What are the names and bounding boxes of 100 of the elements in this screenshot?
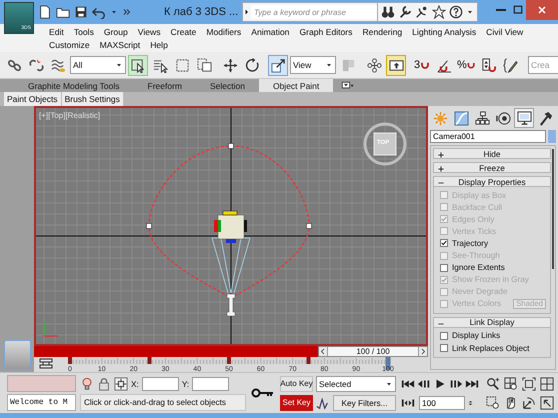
menu-item[interactable]: Civil View (481, 26, 528, 36)
ribbon-tab[interactable]: Object Paint (258, 79, 334, 92)
new-file-button[interactable] (38, 3, 52, 21)
folder-icon (56, 5, 70, 19)
ribbon-panel-tab[interactable]: Brush Settings (62, 92, 124, 106)
magnifier-icon (486, 376, 500, 390)
keyframe-marker[interactable] (148, 357, 152, 364)
menu-item[interactable]: Help (145, 40, 173, 50)
track-bar-icon[interactable] (40, 358, 52, 368)
ribbon-tab[interactable]: Graphite Modeling Tools (14, 79, 134, 92)
transform-mode-button[interactable] (114, 376, 128, 390)
key-mode-dropdown[interactable]: Selected (316, 376, 396, 392)
object-name-field[interactable]: Camera001 (430, 130, 546, 143)
keyframe-marker[interactable] (306, 357, 310, 364)
isolate-button[interactable] (80, 376, 94, 390)
zoom-extents-button[interactable] (520, 376, 537, 392)
maximize-icon (512, 4, 524, 16)
scale-button[interactable] (268, 54, 288, 76)
time-slider-track[interactable]: 100 / 100 (34, 346, 428, 357)
zoom-button[interactable] (484, 376, 501, 392)
communication-button[interactable] (415, 5, 429, 19)
rollout-header[interactable]: Display Properties (433, 176, 551, 187)
menu-item[interactable]: Graph Editors (294, 26, 358, 36)
target-square-icon (114, 376, 128, 390)
tools-button[interactable] (398, 5, 412, 19)
auto-key-button[interactable]: Auto Key (280, 376, 313, 392)
percent-snap-button[interactable]: % (456, 54, 476, 76)
menu-item[interactable]: Customize (44, 40, 95, 50)
ribbon-tab[interactable]: Selection (196, 79, 259, 92)
dashed-magnifier-icon (486, 396, 500, 410)
zoom-all-button[interactable] (502, 376, 519, 392)
checkbox[interactable] (440, 264, 448, 272)
satellite-icon (415, 5, 429, 19)
frame-field[interactable]: 100 (419, 396, 465, 410)
select-object-button[interactable] (128, 54, 148, 76)
search-button[interactable] (381, 5, 395, 19)
display-tab[interactable] (514, 108, 534, 128)
named-selection-field[interactable]: Crea (528, 56, 558, 74)
zoom-extents-all-button[interactable] (538, 376, 555, 392)
menu-item[interactable]: Create (166, 26, 202, 36)
curve-icon (454, 110, 468, 126)
tangent-button[interactable] (316, 396, 330, 410)
keyframe-marker[interactable] (68, 357, 72, 364)
ribbon-panel-tab[interactable]: Paint Objects (4, 92, 62, 106)
key-filters-button[interactable]: Key Filters... (333, 394, 396, 410)
snap-toggle-button[interactable]: 3 (412, 54, 432, 76)
menu-item[interactable]: Modifiers (201, 26, 246, 36)
help-button[interactable] (449, 5, 463, 19)
wave-icon (50, 58, 66, 72)
field-of-view-button[interactable] (484, 394, 501, 410)
search-field[interactable]: Type a keyword or phrase (251, 5, 377, 19)
orbit-button[interactable] (520, 394, 537, 410)
maximize-viewport-button[interactable] (538, 394, 555, 410)
plus-icon (438, 152, 444, 158)
checkbox-label: Link Replaces Object (452, 344, 530, 353)
panel-toggle-button[interactable] (4, 340, 30, 370)
checkbox[interactable] (440, 332, 448, 340)
menu-item[interactable]: Group (98, 26, 133, 36)
dropdown[interactable]: View (290, 56, 336, 74)
viewcube-drawing[interactable] (364, 122, 406, 166)
menu-item[interactable]: MAXScript (94, 40, 146, 50)
rollout-header[interactable]: Link Display (433, 316, 551, 328)
axis-tripod-icon (43, 322, 58, 337)
menu-item[interactable]: Tools (68, 26, 99, 36)
menu-item[interactable]: Views (132, 26, 166, 36)
page-icon (38, 5, 52, 19)
disc-icon (496, 110, 510, 126)
checkbox[interactable] (440, 239, 448, 248)
selection-lock-button[interactable] (97, 376, 111, 390)
scrollbar[interactable] (552, 149, 554, 269)
set-key-button[interactable]: Set Key (280, 394, 313, 410)
dropdown[interactable]: All (70, 56, 126, 74)
ribbon-tab[interactable]: Freeform (134, 79, 196, 92)
rollout-header[interactable]: Hide (433, 148, 551, 159)
dashed-rectangle-icon (174, 58, 190, 72)
keyframe-marker[interactable] (227, 357, 231, 364)
menu-item[interactable]: Rendering (357, 26, 408, 36)
list-cursor-icon (152, 58, 168, 72)
object-color-swatch[interactable] (548, 130, 556, 143)
close-button[interactable] (526, 0, 558, 20)
menu-item[interactable]: Animation (246, 26, 294, 36)
y-coordinate-field[interactable] (192, 376, 230, 390)
checkbox[interactable] (440, 344, 448, 352)
scale-icon (270, 58, 286, 72)
listener-input-field[interactable] (7, 375, 76, 392)
checkmark-icon (441, 276, 447, 283)
x-coordinate-field[interactable] (142, 376, 179, 390)
listener-output-field[interactable]: Welcome to M (7, 394, 76, 411)
rollout-header[interactable]: Freeze (433, 162, 551, 173)
keyboard-override-button[interactable] (386, 54, 406, 76)
menu-item[interactable]: Edit (44, 26, 69, 36)
hammer-icon (538, 110, 552, 126)
orbit-icon (522, 396, 536, 410)
favorites-button[interactable] (432, 5, 446, 19)
brace-pencil-icon (502, 58, 518, 72)
menu-item[interactable]: Lighting Analysis (407, 26, 482, 36)
upload-tray-icon (388, 58, 404, 72)
time-slider-thumb[interactable]: 100 / 100 (318, 346, 428, 357)
frame-square-icon (522, 376, 536, 390)
chevron-right-icon (419, 347, 427, 356)
